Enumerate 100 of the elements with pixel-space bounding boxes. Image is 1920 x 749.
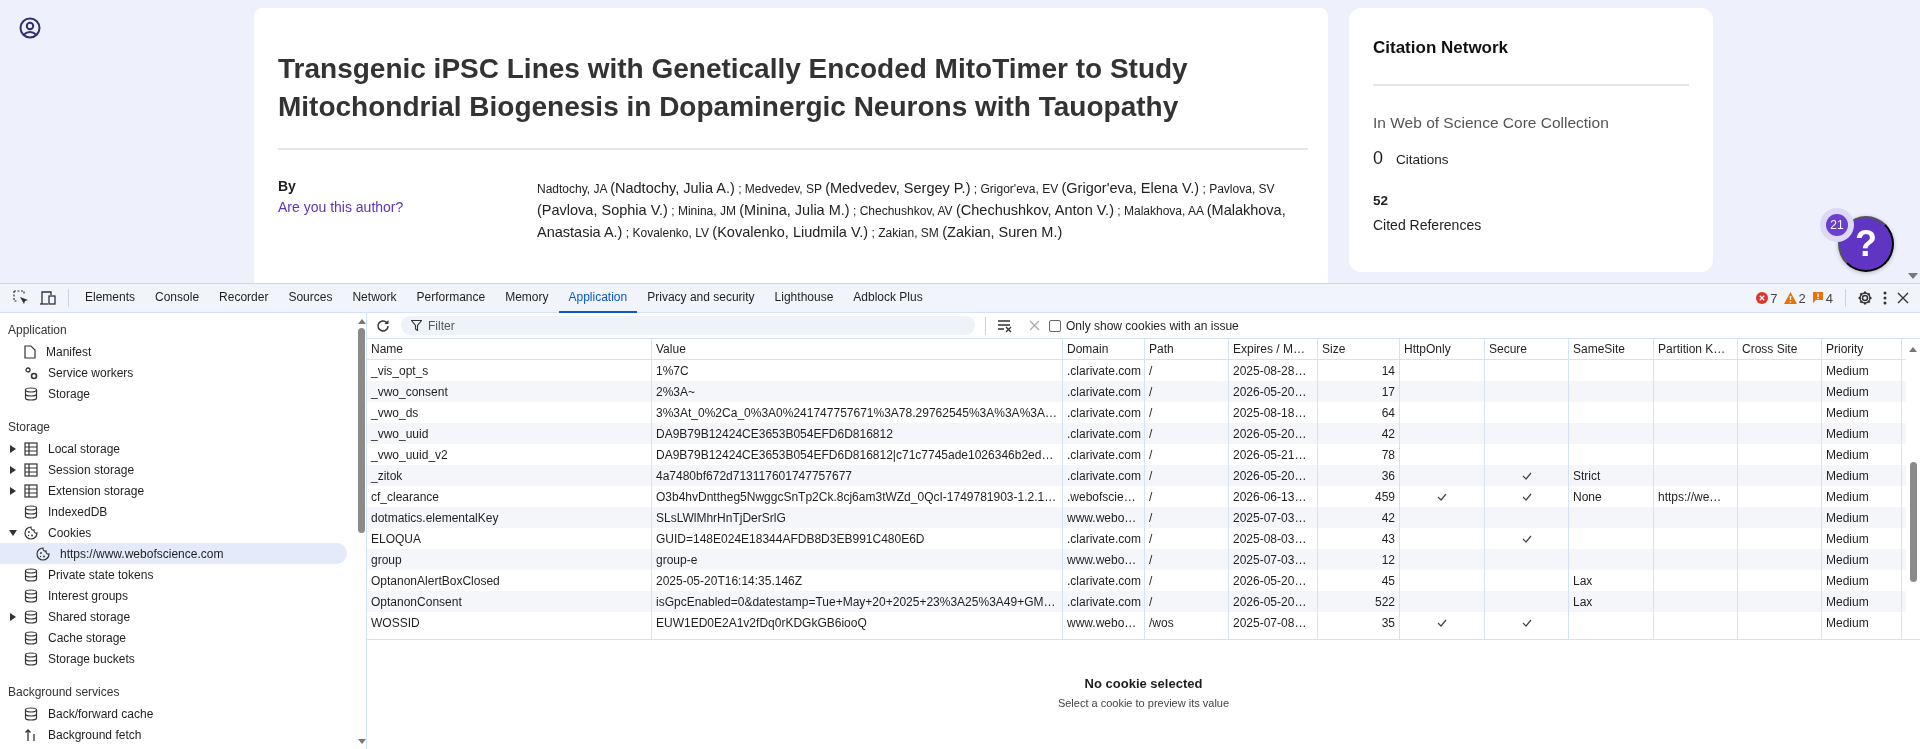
table-cell: .clarivate.com	[1063, 423, 1145, 444]
sidebar-item[interactable]: Storage buckets	[0, 648, 347, 669]
table-cell: /	[1145, 381, 1229, 402]
devtools-tab[interactable]: Lighthouse	[764, 283, 844, 313]
caret-down-icon[interactable]	[9, 529, 17, 536]
table-cell: 2026-05-20…	[1229, 591, 1318, 612]
user-account-icon[interactable]	[19, 17, 41, 39]
table-cell: Medium	[1822, 612, 1902, 633]
database-icon	[24, 706, 38, 721]
column-header[interactable]: HttpOnly	[1400, 339, 1485, 359]
sidebar-item[interactable]: IndexedDB	[0, 501, 347, 522]
checkbox[interactable]	[1049, 319, 1061, 332]
sidebar-item[interactable]: Private state tokens	[0, 564, 347, 585]
sidebar-item[interactable]: Shared storage	[0, 606, 347, 627]
devtools-tab[interactable]: Elements	[75, 283, 146, 313]
column-header[interactable]: Partition K…	[1654, 339, 1738, 359]
error-icon	[1756, 292, 1769, 304]
database-icon	[24, 630, 38, 645]
inspect-icon[interactable]	[13, 290, 29, 306]
table-cell: group	[367, 549, 652, 570]
devtools-tab[interactable]: Application	[558, 283, 638, 313]
checkbox-label[interactable]: Only show cookies with an issue	[1066, 318, 1239, 333]
sidebar-item[interactable]: Extension storage	[0, 480, 347, 501]
table-cell: www.webo…	[1063, 549, 1145, 570]
table-cell: /	[1145, 465, 1229, 486]
table-cell: isGpcEnabled=0&datestamp=Tue+May+20+2025+23%3A25%3A49+GM…	[652, 591, 1063, 612]
column-header[interactable]: Size	[1318, 339, 1400, 359]
clear-all-icon[interactable]	[997, 318, 1013, 333]
sidebar-item[interactable]: Cookies	[0, 522, 347, 543]
table-cell: EUW1ED0E2A1v2fDq0rKDGkGB6iooQ	[652, 612, 1063, 633]
table-row[interactable]: _vwo_consent 2%3A~ .clarivate.com / 2026-05-20… 17 Medium	[367, 381, 1906, 402]
table-row[interactable]: OptanonConsent isGpcEnabled=0&datestamp=Tue+May+20+2025+23%3A25%3A49+GM… .clarivate.com / 2026-05-20… 522 Lax Medium	[367, 591, 1906, 612]
section-header: Background services	[7, 684, 121, 701]
column-header[interactable]: Domain	[1063, 339, 1145, 359]
table-cell: 2026-05-20…	[1229, 465, 1318, 486]
issue-count[interactable]: 4	[1825, 290, 1833, 306]
sidebar-item[interactable]: Session storage	[0, 459, 347, 480]
table-cell: /	[1145, 591, 1229, 612]
column-header[interactable]: Cross Site	[1738, 339, 1822, 359]
table-row[interactable]: _zitok 4a7480bf672d713117601747757677 .clarivate.com / 2026-05-20… 36 Strict Medium	[367, 465, 1906, 486]
table-row[interactable]: _vwo_uuid DA9B79B12424CE3653B054EFD6D816812 .clarivate.com / 2026-05-20… 42 Medium	[367, 423, 1906, 444]
refresh-icon[interactable]	[376, 318, 390, 333]
table-cell: group-e	[652, 549, 1063, 570]
sidebar-item[interactable]: https://www.webofscience.com	[0, 543, 347, 564]
table-cell: www.webo…	[1063, 507, 1145, 528]
table-cell: 2025-07-08…	[1229, 612, 1318, 633]
table-cell: 17	[1318, 381, 1400, 402]
table-cell: /	[1145, 507, 1229, 528]
caret-right-icon[interactable]	[10, 612, 16, 621]
devtools-tab[interactable]: Privacy and security	[637, 283, 765, 313]
devtools-tab[interactable]: Memory	[495, 283, 559, 313]
devtools-tab[interactable]: Adblock Plus	[843, 283, 933, 313]
column-header[interactable]: SameSite	[1569, 339, 1654, 359]
column-header[interactable]: Name	[367, 339, 652, 359]
table-row[interactable]: WOSSID EUW1ED0E2A1v2fDq0rKDGkGB6iooQ www.webo… /wos 2025-07-08… 35 Medium	[367, 612, 1906, 633]
caret-right-icon[interactable]	[10, 444, 16, 453]
sidebar-item[interactable]: Background fetch	[0, 724, 347, 745]
sidebar-item[interactable]: Storage	[0, 383, 347, 404]
sidebar-item[interactable]: Back/forward cache	[0, 703, 347, 724]
close-icon[interactable]	[1897, 292, 1909, 304]
error-count[interactable]: 7	[1770, 290, 1778, 306]
caret-right-icon[interactable]	[10, 465, 16, 474]
scroll-down-arrow-icon[interactable]	[1907, 273, 1918, 279]
column-header[interactable]: Secure	[1485, 339, 1569, 359]
scrollbar-thumb[interactable]	[358, 328, 365, 533]
settings-icon[interactable]	[1857, 290, 1873, 306]
devtools-tab[interactable]: Performance	[406, 283, 496, 313]
table-row[interactable]: group group-e www.webo… / 2025-07-03… 12 Medium	[367, 549, 1906, 570]
sidebar-item[interactable]: Interest groups	[0, 585, 347, 606]
caret-right-icon[interactable]	[10, 486, 16, 495]
arrows-icon	[24, 727, 38, 742]
table-icon	[24, 441, 38, 456]
sidebar-item[interactable]: Cache storage	[0, 627, 347, 648]
scrollbar-thumb[interactable]	[1909, 462, 1917, 582]
database-icon	[24, 651, 38, 666]
filter-field[interactable]: Filter	[401, 316, 975, 335]
database-icon	[24, 386, 38, 401]
devtools-tab[interactable]: Sources	[278, 283, 343, 313]
table-cell: 2%3A~	[652, 381, 1063, 402]
column-header[interactable]: Value	[652, 339, 1063, 359]
table-row[interactable]: dotmatics.elementalKey SLsLWlMhrHnTjDerSrlG www.webo… / 2025-07-03… 42 Medium	[367, 507, 1906, 528]
table-cell: Medium	[1822, 465, 1902, 486]
database-icon	[24, 504, 38, 519]
column-header[interactable]: Priority	[1822, 339, 1902, 359]
device-icon[interactable]	[39, 290, 57, 306]
author-claim-link[interactable]: Are you this author?	[278, 199, 537, 215]
sidebar-item[interactable]: Service workers	[0, 362, 347, 383]
scroll-up-arrow-icon[interactable]	[357, 319, 366, 324]
sidebar-item[interactable]: Manifest	[0, 341, 347, 362]
issue-flag-icon	[1811, 292, 1824, 304]
more-options-icon[interactable]	[1883, 291, 1887, 305]
column-header[interactable]: Path	[1145, 339, 1229, 359]
devtools-tab[interactable]: Console	[145, 283, 210, 313]
column-header[interactable]: Expires / M…	[1229, 339, 1318, 359]
sidebar-item[interactable]: Local storage	[0, 438, 347, 459]
warning-count[interactable]: 2	[1798, 290, 1806, 306]
devtools-tab[interactable]: Network	[342, 283, 407, 313]
scroll-up-arrow-icon[interactable]	[1909, 347, 1917, 352]
devtools-tab[interactable]: Recorder	[209, 283, 279, 313]
scroll-down-arrow-icon[interactable]	[357, 739, 366, 744]
